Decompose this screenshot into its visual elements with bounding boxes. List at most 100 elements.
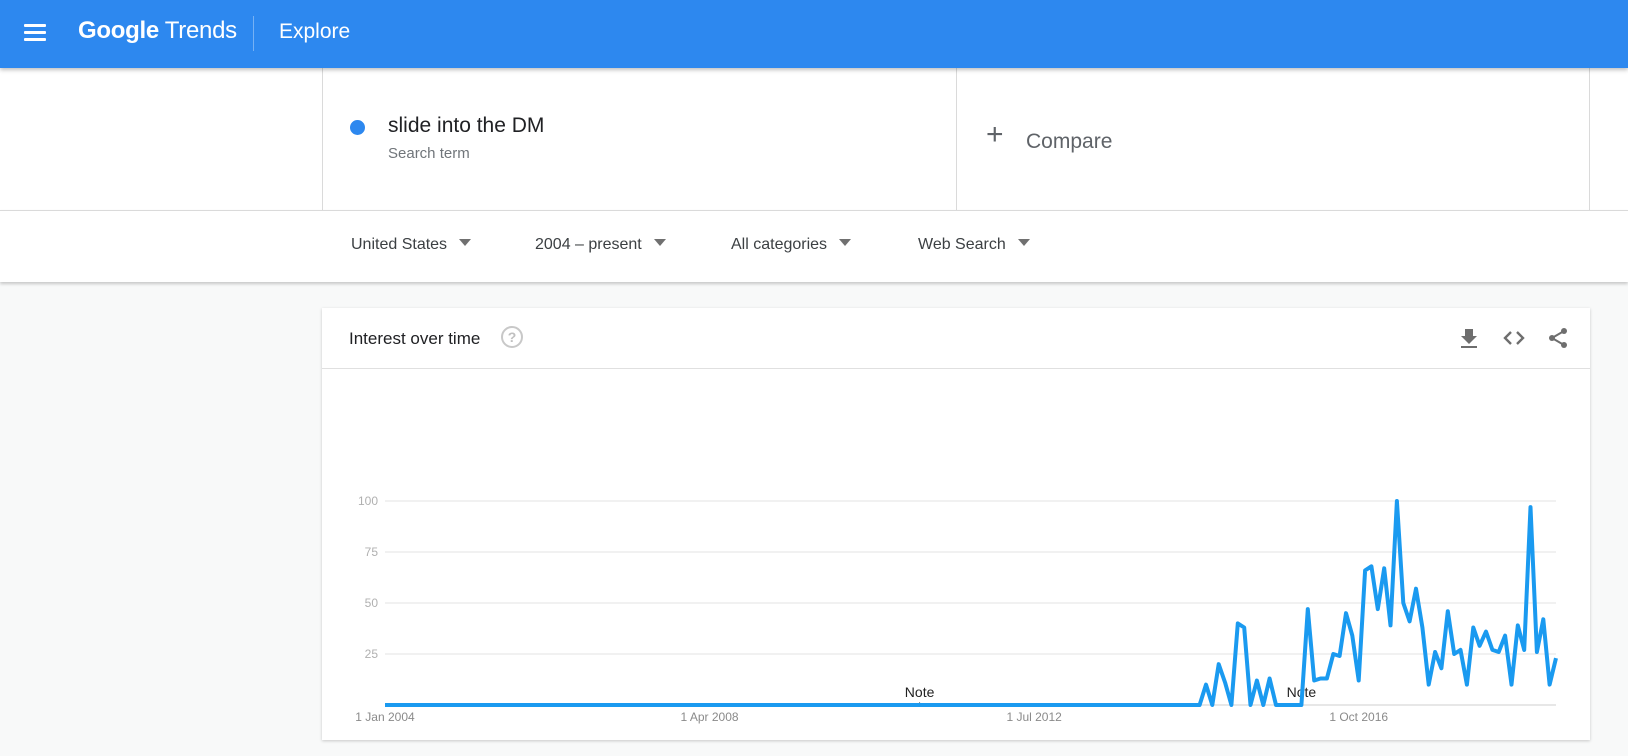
data-point (1350, 634, 1354, 638)
data-point (924, 703, 928, 707)
data-point (529, 703, 533, 707)
data-point (389, 703, 393, 707)
interest-chart[interactable]: 25 50 75 100 1 Jan 2004 1 Apr 2008 1 Jul 2012… (322, 369, 1590, 740)
data-point (1389, 623, 1393, 627)
data-point (1134, 703, 1138, 707)
card-header: Interest over time ? (322, 308, 1590, 369)
data-point (746, 703, 750, 707)
data-point (1299, 703, 1303, 707)
data-point (988, 703, 992, 707)
data-point (1459, 648, 1463, 652)
data-point (1522, 648, 1526, 652)
data-point (1096, 703, 1100, 707)
data-point (1439, 666, 1443, 670)
data-point (860, 703, 864, 707)
embed-code-icon[interactable] (1502, 326, 1526, 350)
data-point (580, 703, 584, 707)
data-point (1401, 601, 1405, 605)
data-point (1109, 703, 1113, 707)
data-point (644, 703, 648, 707)
data-point (969, 703, 973, 707)
search-term-name[interactable]: slide into the DM (388, 114, 544, 138)
data-point (695, 703, 699, 707)
data-point (1032, 703, 1036, 707)
data-point (714, 703, 718, 707)
data-point (739, 703, 743, 707)
data-point (752, 703, 756, 707)
y-tick-label: 25 (365, 647, 379, 661)
data-point (1408, 619, 1412, 623)
data-point (1503, 634, 1507, 638)
data-point (396, 703, 400, 707)
data-point (618, 703, 622, 707)
filter-time-dropdown[interactable]: 2004 – present (535, 236, 666, 254)
share-icon[interactable] (1546, 326, 1570, 350)
data-point (1039, 703, 1043, 707)
filter-search-type-label: Web Search (918, 236, 1006, 253)
data-point (1433, 650, 1437, 654)
data-point (1535, 650, 1539, 654)
data-point (854, 703, 858, 707)
filter-region-dropdown[interactable]: United States (351, 236, 472, 254)
search-terms-panel: slide into the DM Search term + Compare (0, 68, 1628, 210)
data-point (809, 703, 813, 707)
data-point (797, 703, 801, 707)
data-point (434, 703, 438, 707)
data-point (1204, 683, 1208, 687)
data-point (816, 703, 820, 707)
data-point (930, 703, 934, 707)
data-point (956, 703, 960, 707)
data-point (1446, 609, 1450, 613)
data-point (911, 703, 915, 707)
data-point (790, 703, 794, 707)
data-point (1420, 625, 1424, 629)
data-point (638, 703, 642, 707)
data-point (1554, 656, 1558, 660)
x-tick-label: 1 Jan 2004 (355, 710, 415, 724)
data-point (1465, 683, 1469, 687)
data-point (1019, 703, 1023, 707)
data-point (1484, 630, 1488, 634)
data-point (1147, 703, 1151, 707)
topbar-divider (253, 16, 254, 51)
data-point (1274, 703, 1278, 707)
data-point (835, 703, 839, 707)
question-circle-icon[interactable]: ? (501, 326, 523, 348)
data-point (1357, 679, 1361, 683)
data-point (1083, 703, 1087, 707)
data-point (1376, 607, 1380, 611)
download-icon[interactable] (1457, 326, 1481, 350)
data-point (962, 703, 966, 707)
data-point (536, 703, 540, 707)
compare-button[interactable]: + Compare (956, 68, 1590, 210)
data-point (599, 703, 603, 707)
data-point (784, 703, 788, 707)
data-point (1000, 703, 1004, 707)
search-term-card[interactable]: slide into the DM Search term (322, 68, 956, 210)
data-point (593, 703, 597, 707)
line-chart-svg: 25 50 75 100 1 Jan 2004 1 Apr 2008 1 Jul 2012… (355, 494, 1558, 724)
plus-icon: + (986, 118, 1004, 151)
search-term-type: Search term (388, 145, 470, 162)
filter-category-dropdown[interactable]: All categories (731, 236, 852, 254)
data-point (1217, 662, 1221, 666)
data-point (758, 703, 762, 707)
data-point (1128, 703, 1132, 707)
data-point (1325, 676, 1329, 680)
data-point (447, 703, 451, 707)
data-point (1045, 703, 1049, 707)
filter-search-type-dropdown[interactable]: Web Search (918, 236, 1030, 254)
data-point (848, 703, 852, 707)
menu-icon[interactable] (24, 24, 46, 42)
chevron-down-icon (459, 239, 472, 247)
data-point (1268, 676, 1272, 680)
note-annotation: Note (905, 684, 935, 700)
data-point (1541, 617, 1545, 621)
top-app-bar: Google Trends Explore (0, 0, 1628, 68)
data-point (561, 703, 565, 707)
term-color-dot-icon (350, 120, 365, 135)
data-point (657, 703, 661, 707)
data-point (440, 703, 444, 707)
google-trends-logo[interactable]: Google Trends (78, 17, 237, 45)
chevron-down-icon (839, 239, 852, 247)
